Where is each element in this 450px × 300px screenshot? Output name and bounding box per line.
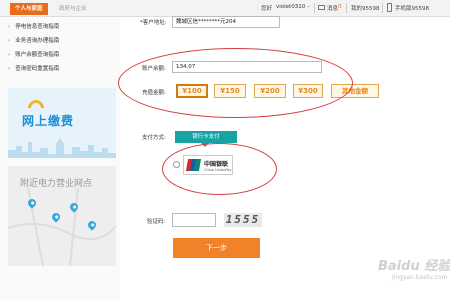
captcha-label: 验证码: (147, 219, 166, 225)
sidebar-item-balance-query[interactable]: › 账户余额查询指南 (8, 50, 59, 58)
messages-link[interactable]: 消息 (327, 4, 338, 12)
address-label: *客户地址: (140, 20, 167, 26)
banner-title: 网上缴费 (22, 114, 75, 128)
city-skyline-icon (8, 138, 116, 158)
greeting-text: 您好 (261, 6, 273, 12)
payment-method-label: 支付方式: (142, 135, 166, 141)
my-95598-link[interactable]: 我的95598 (351, 4, 380, 12)
username-link[interactable]: violet0310 (276, 4, 305, 10)
map-roads (8, 188, 116, 266)
baidu-watermark-url: jingyan.baidu.com (392, 274, 448, 281)
sidebar-item-outage-query[interactable]: › 停电信息查询指南 (8, 22, 59, 30)
captcha-image[interactable]: 1555 (224, 213, 262, 227)
next-step-button[interactable]: 下一步 (173, 238, 260, 258)
sidebar-item-business-consult[interactable]: › 业务咨询办理指南 (8, 36, 59, 44)
divider (314, 3, 315, 13)
baidu-watermark: Baidu 经验 (378, 259, 450, 274)
tab-government-enterprise[interactable]: 政府与企业 (54, 3, 92, 15)
tab-bank-card-payment[interactable]: 银行卡支付 (175, 131, 237, 147)
arrow-right-icon: › (8, 38, 11, 44)
divider (346, 3, 347, 13)
highlight-ellipse-balance (118, 48, 353, 118)
sidebar-item-label: 停电信息查询指南 (15, 24, 60, 30)
sidebar-item-label: 账户余额查询指南 (15, 52, 60, 58)
arrow-right-icon: › (8, 52, 11, 58)
mobile-phone-icon[interactable] (387, 3, 392, 12)
tab-personal-family[interactable]: 个人与家庭 (10, 3, 48, 15)
arrow-right-icon: › (8, 66, 11, 72)
mail-icon[interactable] (318, 5, 325, 10)
messages-count: 0 (338, 4, 342, 10)
highlight-ellipse-payment (162, 143, 277, 195)
mobile-95598-link[interactable]: 手机版95598 (395, 4, 429, 12)
online-payment-banner[interactable]: 网上缴费 (8, 88, 116, 158)
sidebar-item-password-reset[interactable]: › 查询密码重置指南 (8, 64, 59, 72)
captcha-input[interactable] (172, 213, 216, 227)
sidebar-item-label: 业务咨询办理指南 (15, 38, 60, 44)
arrow-right-icon: › (8, 24, 11, 30)
top-bar: 个人与家庭 政府与企业 您好 violet0310 – 消息 0 我的95598… (0, 0, 450, 17)
sidebar-item-label: 查询密码重置指南 (15, 66, 60, 72)
logout-dash: – (307, 4, 310, 10)
divider (382, 3, 383, 13)
address-field: 魏城区信********元204 (172, 16, 280, 28)
nearby-service-map[interactable]: 附近电力营业网点 (8, 166, 116, 266)
sidebar: › 停电信息查询指南 › 业务咨询办理指南 › 账户余额查询指南 › 查询密码重置指南 … (0, 17, 120, 300)
